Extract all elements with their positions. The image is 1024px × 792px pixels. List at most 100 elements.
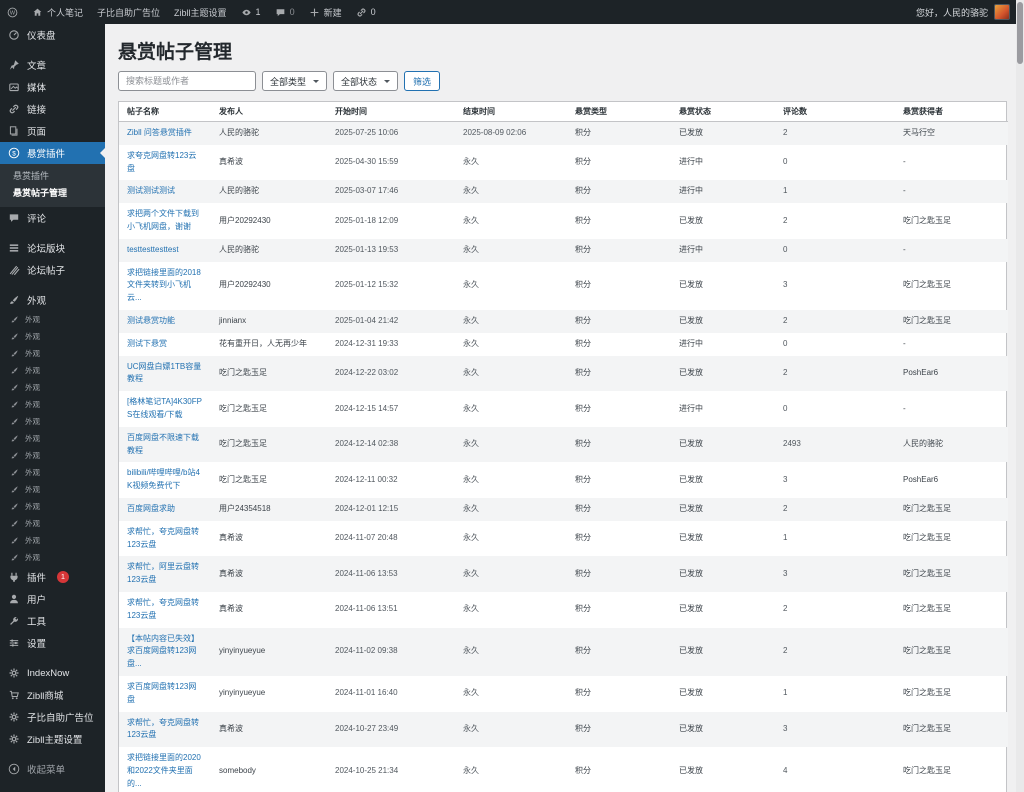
sidebar-item-zibll-theme-label: Zibll主题设置 <box>27 732 82 746</box>
sidebar-item-indexnow[interactable]: IndexNow <box>0 662 105 684</box>
search-input[interactable] <box>118 71 256 91</box>
sidebar-item-appearance-dup[interactable]: 外观 <box>0 413 105 430</box>
sidebar-item-appearance-dup[interactable]: 外观 <box>0 396 105 413</box>
sidebar-item-appearance-dup[interactable]: 外观 <box>0 498 105 515</box>
sidebar-item-settings[interactable]: 设置 <box>0 632 105 654</box>
cell-7: 天马行空 <box>895 122 1008 145</box>
chevron-down-icon <box>313 80 319 86</box>
sidebar-item-bounty-plugin[interactable]: 悬赏插件 <box>0 142 105 164</box>
submenu-bounty-plugin[interactable]: 悬赏插件 <box>0 168 105 185</box>
sidebar-item-dashboard[interactable]: 仪表盘 <box>0 24 105 46</box>
cell-5: 已发放 <box>671 356 775 392</box>
cell-4: 积分 <box>567 498 671 521</box>
post-title-link[interactable]: 测试悬赏功能 <box>127 316 175 325</box>
sidebar-item-appearance-dup[interactable]: 外观 <box>0 532 105 549</box>
post-title-link[interactable]: bilibili/哔哩哔哩/b站4K视频免费代下 <box>127 468 200 490</box>
post-title-link[interactable]: [格林笔记TA]4K30FPS在线观看/下载 <box>127 397 202 419</box>
sidebar-item-appearance-dup[interactable]: 外观 <box>0 464 105 481</box>
sidebar-item-posts[interactable]: 文章 <box>0 54 105 76</box>
post-title-link[interactable]: Zibll 问答悬赏插件 <box>127 128 192 137</box>
sidebar-item-appearance-dup[interactable]: 外观 <box>0 515 105 532</box>
post-title-link[interactable]: 测试下悬赏 <box>127 339 167 348</box>
sidebar-separator <box>0 46 105 54</box>
post-title-link[interactable]: 求帮忙，夸克网盘转123云盘 <box>127 527 199 549</box>
cell-3: 永久 <box>455 747 567 792</box>
sidebar-item-appearance-dup[interactable]: 外观 <box>0 481 105 498</box>
cell-3: 永久 <box>455 262 567 310</box>
page-scrollbar[interactable] <box>1016 0 1024 792</box>
post-title-link[interactable]: 求夸克网盘转123云盘 <box>127 151 196 173</box>
status-select[interactable]: 全部状态 <box>333 71 398 91</box>
post-title-link[interactable]: 求把链接里面的2020和2022文件夹里面的... <box>127 753 201 788</box>
sidebar-item-forum-sections[interactable]: 论坛版块 <box>0 237 105 259</box>
views-counter[interactable]: 1 <box>234 0 268 24</box>
sidebar-item-plugins[interactable]: 插件1 <box>0 566 105 588</box>
sidebar-item-appearance-dup[interactable]: 外观 <box>0 379 105 396</box>
sidebar-item-appearance-dup[interactable]: 外观 <box>0 430 105 447</box>
post-title-link[interactable]: 【本帖内容已失效】求百度网盘转123网盘... <box>127 634 199 669</box>
post-title-link[interactable]: 求帮忙，夸克网盘转123云盘 <box>127 598 199 620</box>
cell-3: 永久 <box>455 145 567 181</box>
submenu-bounty-posts[interactable]: 悬赏帖子管理 <box>0 185 105 202</box>
wp-logo[interactable] <box>0 0 25 24</box>
post-title-link[interactable]: UC网盘白嫖1TB容量教程 <box>127 362 201 384</box>
sidebar-item-appearance-dup[interactable]: 外观 <box>0 362 105 379</box>
sidebar-item-appearance-dup[interactable]: 外观 <box>0 311 105 328</box>
sidebar-item-zibll-store[interactable]: Zibll商城 <box>0 684 105 706</box>
table-row: Zibll 问答悬赏插件人民的骆驼2025-07-25 10:062025-08… <box>119 122 1008 145</box>
post-title-link[interactable]: 求帮忙，阿里云盘转123云盘 <box>127 562 199 584</box>
sidebar-item-appearance-dup[interactable]: 外观 <box>0 345 105 362</box>
cell-6: 2 <box>775 356 895 392</box>
sidebar-item-users[interactable]: 用户 <box>0 588 105 610</box>
cell-5: 已发放 <box>671 203 775 239</box>
post-title-link[interactable]: 求把两个文件下载到小飞机网盘，谢谢 <box>127 209 199 231</box>
post-title-link[interactable]: 求帮忙，夸克网盘转123云盘 <box>127 718 199 740</box>
sidebar-item-comments[interactable]: 评论 <box>0 207 105 229</box>
sidebar-item-links[interactable]: 链接 <box>0 98 105 120</box>
sidebar-item-appearance-dup[interactable]: 外观 <box>0 549 105 566</box>
sidebar-item-pages[interactable]: 页面 <box>0 120 105 142</box>
type-select[interactable]: 全部类型 <box>262 71 327 91</box>
column-header-6: 评论数 <box>775 102 895 122</box>
sidebar-item-tools[interactable]: 工具 <box>0 610 105 632</box>
sidebar-item-zibll-theme[interactable]: Zibll主题设置 <box>0 728 105 750</box>
sidebar-item-appearance-dup[interactable]: 外观 <box>0 328 105 345</box>
avatar[interactable] <box>994 4 1010 20</box>
sidebar-item-zibi-ads[interactable]: 子比自助广告位 <box>0 706 105 728</box>
comments-counter[interactable]: 0 <box>268 0 302 24</box>
sidebar-item-appearance[interactable]: 外观 <box>0 289 105 311</box>
sidebar-item-forum-posts[interactable]: 论坛帖子 <box>0 259 105 281</box>
table-row: 求帮忙，夸克网盘转123云盘真希波2024-10-27 23:49永久积分已发放… <box>119 712 1008 748</box>
zibi-ads-link[interactable]: 子比自助广告位 <box>90 0 167 24</box>
table-row: 求夸克网盘转123云盘真希波2025-04-30 15:59永久积分进行中0- <box>119 145 1008 181</box>
site-link[interactable]: 个人笔记 <box>25 0 90 24</box>
filter-button[interactable]: 筛选 <box>404 71 440 91</box>
cell-6: 0 <box>775 333 895 356</box>
post-title-link[interactable]: 百度网盘不限速下载教程 <box>127 433 199 455</box>
sidebar-separator <box>0 750 105 758</box>
links-counter-label: 0 <box>371 7 376 17</box>
scrollbar-thumb[interactable] <box>1017 2 1023 64</box>
user-greeting[interactable]: 您好，人民的骆驼 <box>916 6 988 19</box>
sidebar-item-appearance-dup[interactable]: 外观 <box>0 447 105 464</box>
cell-7: 吃门之匙玉足 <box>895 262 1008 310</box>
sidebar-item-forum-posts-label: 论坛帖子 <box>27 263 65 277</box>
sidebar-item-pages-label: 页面 <box>27 124 46 138</box>
cell-1: 用户24354518 <box>211 498 327 521</box>
post-title-link[interactable]: testtesttesttest <box>127 245 179 254</box>
filter-bar: 全部类型 全部状态 筛选 <box>118 71 1007 91</box>
post-title-link[interactable]: 求百度网盘转123网盘 <box>127 682 196 704</box>
new-menu[interactable]: 新建 <box>302 0 349 24</box>
links-counter[interactable]: 0 <box>349 0 383 24</box>
cell-5: 已发放 <box>671 676 775 712</box>
post-title-link[interactable]: 百度网盘求助 <box>127 504 175 513</box>
post-title-link[interactable]: 求把链接里面的2018文件夹转到小飞机云... <box>127 268 201 303</box>
brush-icon <box>10 553 19 562</box>
post-title-link[interactable]: 测试测试测试 <box>127 186 175 195</box>
sidebar-item-appearance-dup-label: 外观 <box>25 416 40 427</box>
zibll-theme-link[interactable]: Zibll主题设置 <box>167 0 234 24</box>
plus-icon <box>309 7 320 18</box>
sidebar-item-media[interactable]: 媒体 <box>0 76 105 98</box>
cell-5: 进行中 <box>671 391 775 427</box>
sidebar-item-collapse-menu[interactable]: 收起菜单 <box>0 758 105 780</box>
